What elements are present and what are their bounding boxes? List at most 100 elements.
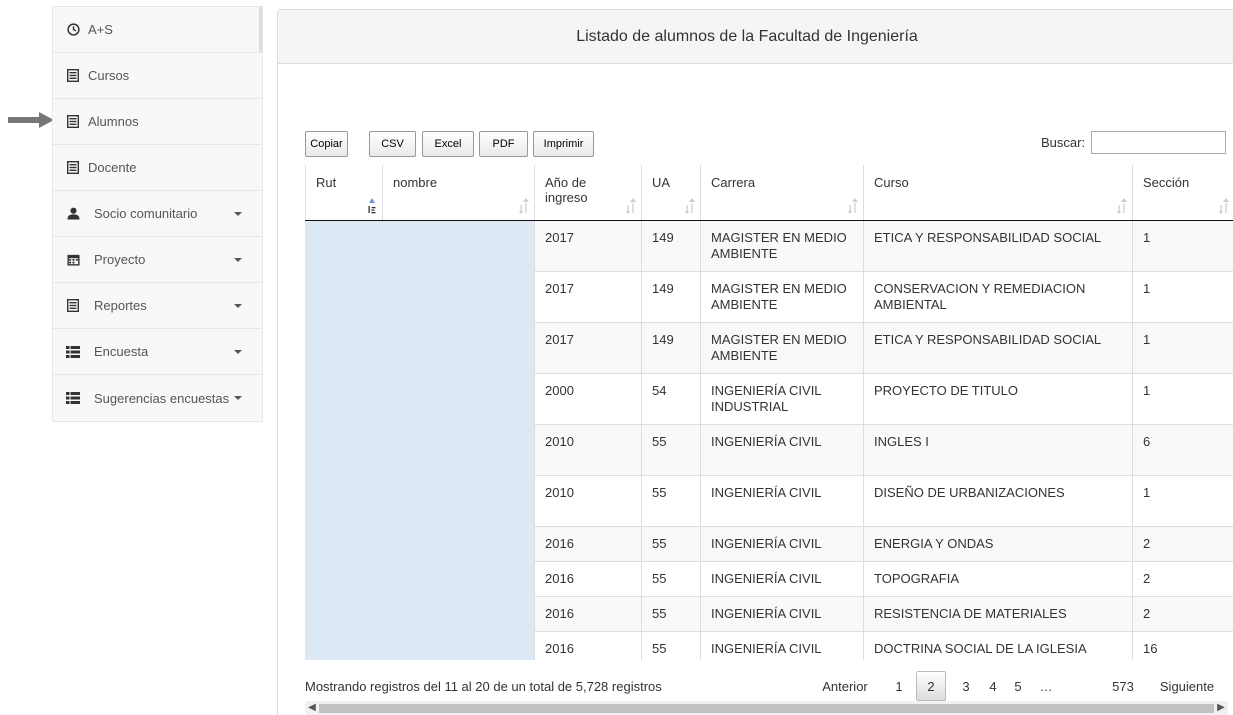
sidebar-item-alumnos[interactable]: Alumnos [53,99,262,145]
cell-rut [305,560,383,596]
cell-curso: CONSERVACION Y REMEDIACION AMBIENTAL [863,270,1133,322]
caret-down-icon [234,396,242,400]
cell-ua: 55 [641,423,701,475]
scroll-left-icon[interactable]: ◀ [305,701,319,715]
table-row[interactable]: 2000 54 INGENIERÍA CIVIL INDUSTRIAL PROYECT… [305,372,1233,424]
sort-ascending-icon [368,197,376,213]
pdf-button[interactable]: PDF [479,131,528,157]
cell-carrera: INGENIERÍA CIVIL [700,595,864,631]
cell-nombre [382,474,535,526]
sidebar-item-cursos[interactable]: Cursos [53,53,262,99]
sidebar-item-label: Sugerencias encuestas [94,390,230,406]
table-info: Mostrando registros del 11 al 20 de un t… [305,679,662,694]
next-page-button[interactable]: Siguiente [1152,671,1222,701]
user-icon [66,207,80,221]
cell-seccion: 2 [1132,525,1233,561]
scroll-right-icon[interactable]: ▶ [1214,701,1228,715]
cell-seccion: 1 [1132,474,1233,526]
table-row[interactable]: 2010 55 INGENIERÍA CIVIL DISEÑO DE URBANIZA… [305,474,1233,526]
cell-seccion: 1 [1132,321,1233,373]
cell-ua: 149 [641,321,701,373]
page-button-5[interactable]: 5 [1006,671,1030,701]
sidebar-item-label: Alumnos [88,114,139,129]
cell-seccion: 1 [1132,270,1233,322]
search-input[interactable] [1091,131,1226,154]
cell-carrera: INGENIERÍA CIVIL [700,423,864,475]
table-row[interactable]: 2010 55 INGENIERÍA CIVIL INGLES I6 [305,423,1233,475]
sidebar-item-label: A+S [88,22,113,37]
column-header-rut[interactable]: Rut [305,165,383,221]
list-alt-icon [66,69,80,83]
caret-down-icon [234,304,242,308]
search-label: Buscar: [1041,135,1086,150]
table-row[interactable]: 2016 55 INGENIERÍA CIVIL DOCTRINA SOCIAL DE… [305,630,1233,660]
column-header-ua[interactable]: UA [641,165,701,221]
cell-carrera: MAGISTER EN MEDIO AMBIENTE [700,219,864,271]
cell-curso: INGLES I [863,423,1133,475]
page-button-573[interactable]: 573 [1111,671,1135,701]
cell-seccion: 1 [1132,219,1233,271]
table-row[interactable]: 2016 55 INGENIERÍA CIVIL ENERGIA Y ONDAS 2 [305,525,1233,561]
cell-nombre [382,560,535,596]
previous-page-button[interactable]: Anterior [815,671,875,701]
sidebar-item-encuesta[interactable]: Encuesta [53,329,262,375]
cell-curso: TOPOGRAFIA [863,560,1133,596]
panel-title: Listado de alumnos de la Facultad de Ing… [278,10,1233,64]
list-alt-icon [66,299,80,313]
cell-rut [305,270,383,322]
column-header-label: Sección [1143,175,1190,190]
cell-ua: 55 [641,630,701,660]
caret-down-icon [234,258,242,262]
sidebar-item-a-s[interactable]: A+S [53,7,262,53]
sidebar-item-docente[interactable]: Docente [53,145,262,191]
cell-carrera: MAGISTER EN MEDIO AMBIENTE [700,270,864,322]
cell-carrera: INGENIERÍA CIVIL [700,560,864,596]
cell-anio: 2010 [534,423,642,475]
page-button-3[interactable]: 3 [954,671,978,701]
cell-curso: PROYECTO DE TITULO [863,372,1133,424]
sidebar-item-proyecto[interactable]: Proyecto [53,237,262,283]
column-header-label: Curso [874,175,909,190]
pagination-ellipsis: … [1039,678,1053,694]
sidebar-item-label: Encuesta [94,344,149,359]
scrollbar-thumb[interactable] [319,704,1214,713]
sort-both-icon [519,197,529,214]
sidebar-item-socio-comunitario[interactable]: Socio comunitario [53,191,262,237]
sort-both-icon [1218,197,1229,214]
horizontal-scrollbar[interactable]: ◀ ▶ [305,701,1228,715]
table-row[interactable]: 2016 55 INGENIERÍA CIVIL RESISTENCIA DE MAT… [305,595,1233,631]
column-header-carrera[interactable]: Carrera [700,165,864,221]
list-alt-icon [66,115,80,129]
cell-ua: 149 [641,270,701,322]
csv-button[interactable]: CSV [369,131,416,157]
copy-button[interactable]: Copiar [305,131,348,157]
cell-seccion: 1 [1132,372,1233,424]
column-header-nombre[interactable]: nombre [382,165,535,221]
column-header-anio[interactable]: Año de ingreso [534,165,642,221]
table-row[interactable]: 2017 149 MAGISTER EN MEDIO AMBIENTE ETICA Y… [305,321,1233,373]
column-header-seccion[interactable]: Sección [1132,165,1233,221]
cell-anio: 2000 [534,372,642,424]
cell-nombre [382,219,535,271]
print-button[interactable]: Imprimir [533,131,594,157]
cell-seccion: 2 [1132,595,1233,631]
sidebar-item-reportes[interactable]: Reportes [53,283,262,329]
page-button-2[interactable]: 2 [916,671,946,701]
cell-carrera: INGENIERÍA CIVIL [700,525,864,561]
page-button-4[interactable]: 4 [981,671,1005,701]
cell-rut [305,423,383,475]
cell-rut [305,321,383,373]
page-button-1[interactable]: 1 [887,671,911,701]
table-row[interactable]: 2016 55 INGENIERÍA CIVIL TOPOGRAFIA 2 [305,560,1233,596]
sort-both-icon [848,197,858,214]
table-row[interactable]: 2017 149 MAGISTER EN MEDIO AMBIENTE CONSERV… [305,270,1233,322]
table-row[interactable]: 2017 149 MAGISTER EN MEDIO AMBIENTE ETICA Y… [305,219,1233,271]
column-header-curso[interactable]: Curso [863,165,1133,221]
sidebar-item-sugerencias-encuestas[interactable]: Sugerencias encuestas [53,375,262,421]
cell-rut [305,630,383,660]
dashboard-icon [66,23,80,37]
th-list-icon [66,345,80,359]
sidebar-item-label: Cursos [88,68,130,83]
excel-button[interactable]: Excel [422,131,474,157]
column-header-label: Rut [316,175,337,190]
